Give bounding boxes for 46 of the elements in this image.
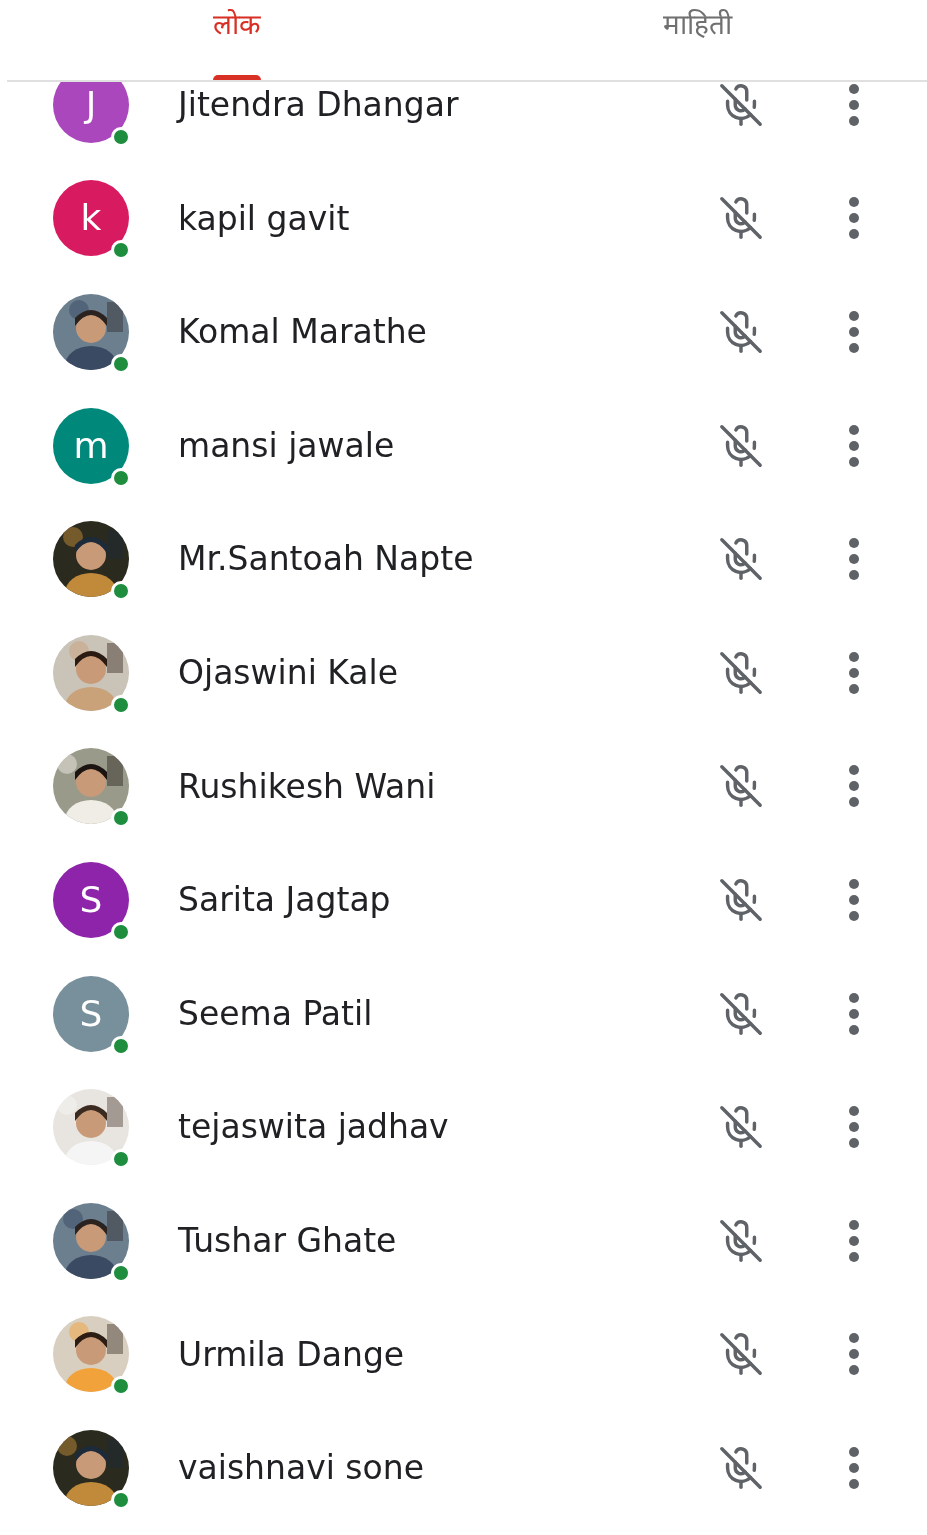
mic-off-icon (718, 763, 764, 810)
mic-off-icon (718, 1104, 764, 1151)
participant-name: Seema Patil (178, 992, 374, 1035)
mic-off-icon (718, 82, 764, 128)
more-vertical-icon (849, 83, 859, 126)
more-vertical-icon (849, 1333, 859, 1376)
avatar: S (53, 861, 129, 938)
participant-name: Komal Marathe (178, 311, 428, 354)
mic-off-icon (718, 195, 764, 242)
more-vertical-icon (849, 765, 859, 808)
more-vertical-icon (849, 197, 859, 240)
mic-off-icon (718, 876, 764, 923)
mic-off-icon (718, 1444, 764, 1491)
mic-off-icon (718, 536, 764, 583)
mic-off-icon (718, 1217, 764, 1264)
mic-off-icon (718, 422, 764, 469)
participant-name: Jitendra Dhangar (178, 84, 460, 127)
mic-off-icon (718, 1331, 764, 1378)
avatar: J (53, 82, 129, 143)
tab[interactable]: माहिती (467, 0, 927, 80)
tab[interactable]: लोक (7, 0, 467, 80)
participant-name: Tushar Ghate (178, 1220, 398, 1262)
participant-name: kapil gavit (178, 197, 351, 240)
participant-name: Rushikesh Wani (178, 765, 437, 808)
more-vertical-icon (849, 878, 859, 921)
mic-off-icon (718, 649, 764, 696)
participant-name: vaishnavi sone (178, 1447, 425, 1490)
more-vertical-icon (849, 1106, 859, 1149)
avatar: k (53, 180, 129, 257)
avatar: S (53, 975, 129, 1052)
more-vertical-icon (849, 311, 859, 353)
more-vertical-icon (849, 992, 859, 1035)
participant-name: Sarita Jagtap (178, 879, 392, 922)
avatar: m (53, 407, 129, 484)
more-vertical-icon (849, 651, 859, 694)
participant-name: Mr.Santoah Napte (178, 538, 475, 581)
mic-off-icon (718, 309, 764, 355)
participant-name: tejaswita jadhav (178, 1106, 450, 1149)
participant-name: mansi jawale (178, 424, 396, 467)
more-vertical-icon (849, 1446, 859, 1489)
more-vertical-icon (849, 538, 859, 581)
mic-off-icon (718, 990, 764, 1037)
participant-name: Urmila Dange (178, 1333, 406, 1376)
more-vertical-icon (849, 424, 859, 467)
participant-name: Ojaswini Kale (178, 652, 400, 694)
more-vertical-icon (849, 1219, 859, 1262)
